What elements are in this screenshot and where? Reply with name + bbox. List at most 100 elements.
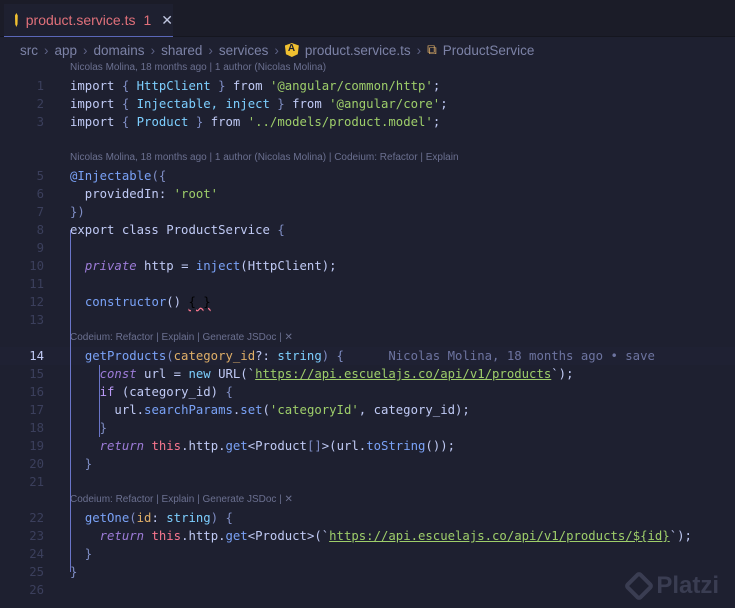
line-number: 13 xyxy=(29,313,44,327)
code-token: '@angular/common/http' xyxy=(269,79,433,93)
code-token: const xyxy=(99,367,145,381)
angular-icon xyxy=(15,13,18,27)
codelens-text[interactable]: Nicolas Molina, 18 months ago | 1 author… xyxy=(70,149,459,167)
code-token: string xyxy=(166,511,211,525)
breadcrumb-item[interactable]: product.service.ts xyxy=(305,43,411,58)
code-token: '@angular/core' xyxy=(329,97,441,111)
breadcrumb-item[interactable]: src xyxy=(20,43,38,58)
code-text: }) xyxy=(70,203,85,221)
codelens: Codeium: Refactor | Explain | Generate J… xyxy=(0,329,735,347)
code-token: set xyxy=(240,403,263,417)
code-text: import { HttpClient } from '@angular/com… xyxy=(70,77,440,95)
codelens-text[interactable]: Codeium: Refactor | Explain | Generate J… xyxy=(70,491,293,509)
breadcrumb: src › app › domains › shared › services › product.… xyxy=(20,40,534,60)
code-token: http = xyxy=(144,259,196,273)
code-text: @Injectable({ xyxy=(70,167,166,185)
code-line: 6 providedIn: 'root' xyxy=(0,185,735,203)
code-text: url.searchParams.set('categoryId', categ… xyxy=(70,401,469,419)
code-token: url. xyxy=(70,403,145,417)
code-token: ( xyxy=(262,403,270,417)
line-number: 17 xyxy=(29,403,44,417)
code-token: from xyxy=(232,79,270,93)
code-line: 7}) xyxy=(0,203,735,221)
chevron-right-icon: › xyxy=(416,42,422,58)
code-token: import xyxy=(70,79,122,93)
code-text: if (category_id) { xyxy=(70,383,233,401)
code-text: } xyxy=(70,455,92,473)
code-text: } xyxy=(70,419,107,437)
code-token: export class xyxy=(70,223,167,237)
code-token: Nicolas Molina, 18 months ago • save xyxy=(343,349,655,363)
code-token: >(url. xyxy=(321,439,367,453)
code-line: 3 import { Product } from '../models/prod… xyxy=(0,113,735,131)
code-token: '../models/product.model' xyxy=(247,115,433,129)
code-line: 17 url.searchParams.set('categoryId', ca… xyxy=(0,401,735,419)
code-token: } xyxy=(70,565,78,579)
code-token: id xyxy=(136,511,152,525)
breadcrumb-item[interactable]: domains xyxy=(94,43,145,58)
code-token: getProducts xyxy=(84,349,167,363)
close-icon[interactable]: ✕ xyxy=(161,12,173,29)
code-token: ; xyxy=(432,79,441,93)
code-text: constructor() { } xyxy=(70,293,211,311)
code-line: 18 } xyxy=(0,419,735,437)
line-number: 10 xyxy=(29,259,44,273)
code-editor[interactable]: Nicolas Molina, 18 months ago | 1 author… xyxy=(0,59,735,599)
code-token: } xyxy=(70,421,108,435)
code-token: string xyxy=(277,349,322,363)
code-line: 2 import { Injectable, inject } from '@an… xyxy=(0,95,735,113)
breadcrumb-item[interactable]: ProductService xyxy=(443,43,535,58)
code-token: this xyxy=(151,439,182,453)
class-symbol-icon: ⧉ xyxy=(427,42,437,57)
code-line: 23 return this.http.get<Product>(`https:… xyxy=(0,527,735,545)
tab-bar: product.service.ts 1 ✕ xyxy=(0,0,735,37)
code-token: @Injectable xyxy=(70,169,152,183)
code-line: 11 xyxy=(0,275,735,293)
breadcrumb-item[interactable]: services xyxy=(219,43,269,58)
code-line: 14 getProducts(category_id?: string) { N… xyxy=(0,347,735,365)
codelens-text[interactable]: Nicolas Molina, 18 months ago | 1 author… xyxy=(70,59,326,77)
code-text: getOne(id: string) { xyxy=(70,509,233,527)
tab-filename: product.service.ts xyxy=(25,12,136,28)
line-number: 19 xyxy=(29,439,44,453)
code-token: Product xyxy=(136,115,189,129)
codelens: Nicolas Molina, 18 months ago | 1 author… xyxy=(0,59,735,77)
line-number: 20 xyxy=(29,457,44,471)
code-token: `); xyxy=(669,529,692,543)
code-token: .http. xyxy=(181,529,226,543)
code-line: 19 return this.http.get<Product[]>(url.t… xyxy=(0,437,735,455)
tab-product-service[interactable]: product.service.ts 1 ✕ xyxy=(4,4,173,37)
line-number: 18 xyxy=(29,421,44,435)
code-line: 20 } xyxy=(0,455,735,473)
code-token: : xyxy=(151,511,167,525)
code-line: 10 private http = inject(HttpClient); xyxy=(0,257,735,275)
code-token: return xyxy=(99,529,152,543)
code-token: <Product>(` xyxy=(247,529,330,543)
code-token: <Product xyxy=(247,439,307,453)
line-number: 3 xyxy=(36,115,44,129)
codelens-text[interactable]: Codeium: Refactor | Explain | Generate J… xyxy=(70,329,293,347)
code-token: return xyxy=(99,439,152,453)
line-number: 24 xyxy=(29,547,44,561)
code-text: providedIn: 'root' xyxy=(70,185,218,203)
code-text: getProducts(category_id?: string) { Nico… xyxy=(70,347,655,365)
breadcrumb-item[interactable]: shared xyxy=(161,43,202,58)
code-token: ( xyxy=(166,349,174,363)
line-number: 26 xyxy=(29,583,44,597)
code-token: new xyxy=(188,367,219,381)
code-token: Injectable, inject xyxy=(136,97,270,111)
code-token: category_id xyxy=(173,349,256,363)
code-token: import xyxy=(70,115,122,129)
angular-icon xyxy=(284,43,299,57)
line-number: 25 xyxy=(29,565,44,579)
code-token: if xyxy=(99,385,122,399)
code-line: 13 xyxy=(0,311,735,329)
code-token: this xyxy=(151,529,182,543)
breadcrumb-item[interactable]: app xyxy=(55,43,78,58)
code-token: providedIn: xyxy=(70,187,174,201)
chevron-right-icon: › xyxy=(44,42,49,58)
line-number: 15 xyxy=(29,367,44,381)
